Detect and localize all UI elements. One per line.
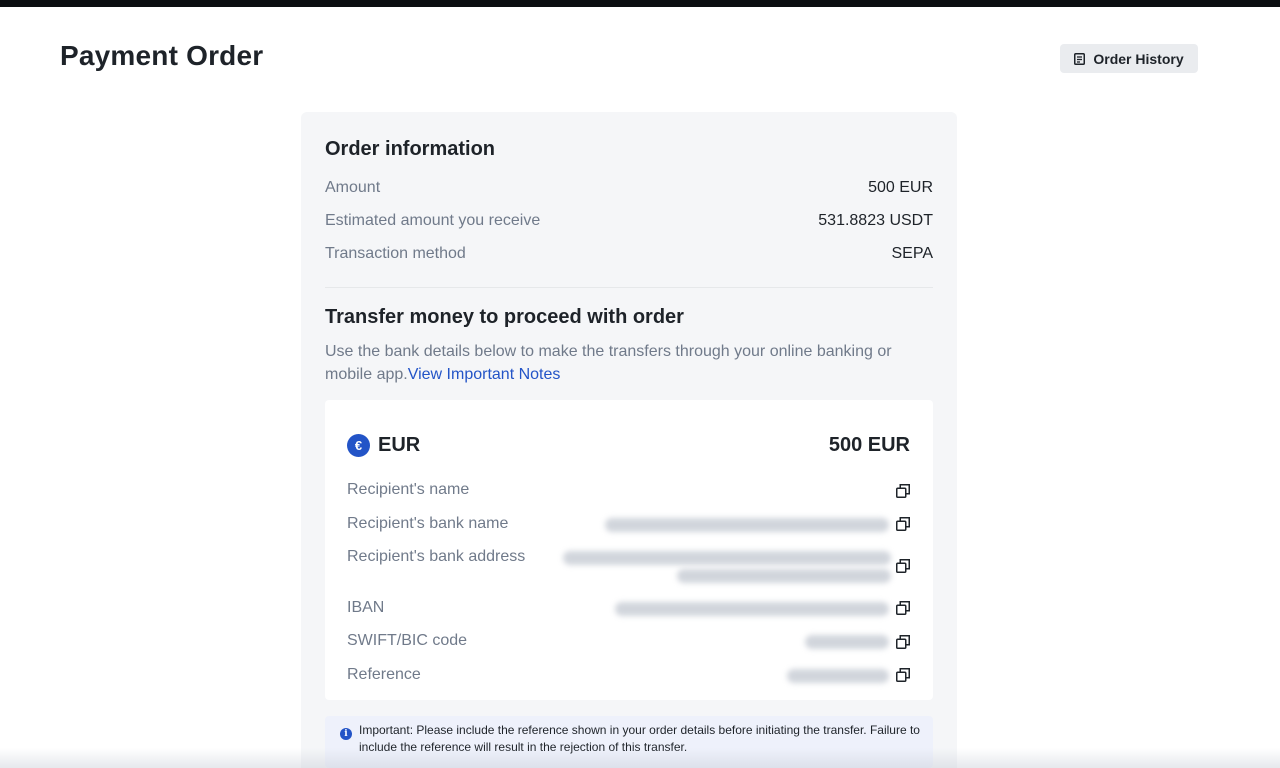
info-row-method: Transaction method SEPA — [325, 245, 933, 263]
bank-row-bank-name: Recipient's bank name — [347, 515, 910, 535]
order-info-title: Order information — [325, 138, 496, 160]
view-notes-link[interactable]: View Important Notes — [408, 366, 561, 383]
info-value: SEPA — [891, 245, 934, 262]
info-value: 531.8823 USDT — [818, 212, 933, 229]
currency-amount: 500 EUR — [828, 433, 910, 456]
section-divider — [325, 287, 933, 288]
order-history-button[interactable]: Order History — [1060, 44, 1198, 73]
bank-row-recipient-name: Recipient's name — [347, 481, 910, 501]
bank-row-label: Recipient's bank name — [347, 515, 509, 532]
page-title: Payment Order — [60, 40, 264, 71]
bank-row-label: Reference — [347, 666, 421, 683]
redacted-value — [787, 669, 889, 683]
document-icon — [1074, 52, 1086, 65]
info-icon: i — [340, 728, 352, 740]
copy-icon[interactable] — [896, 635, 910, 649]
copy-icon[interactable] — [896, 559, 910, 573]
info-row-estimated: Estimated amount you receive 531.8823 US… — [325, 212, 933, 230]
euro-icon: € — [347, 433, 370, 457]
currency-code: EUR — [378, 433, 421, 456]
info-label: Estimated amount you receive — [325, 212, 541, 229]
redacted-value — [805, 635, 889, 649]
notice-text: Important: Please include the reference … — [359, 723, 920, 754]
info-value: 500 EUR — [868, 179, 933, 196]
info-label: Transaction method — [325, 245, 466, 262]
bank-row-iban: IBAN — [347, 599, 910, 619]
currency-header: € EUR 500 EUR — [347, 432, 910, 458]
bank-row-label: SWIFT/BIC code — [347, 632, 468, 649]
top-bar — [0, 0, 1280, 7]
transfer-title: Transfer money to proceed with order — [325, 306, 684, 328]
transfer-description: Use the bank details below to make the t… — [325, 340, 925, 386]
order-history-label: Order History — [1093, 50, 1184, 67]
redacted-value — [563, 551, 891, 565]
bank-row-label: Recipient's bank address — [347, 548, 526, 565]
bank-row-reference: Reference — [347, 666, 910, 686]
copy-icon[interactable] — [896, 484, 910, 498]
bank-row-label: IBAN — [347, 599, 385, 616]
info-label: Amount — [325, 179, 381, 196]
info-row-amount: Amount 500 EUR — [325, 179, 933, 197]
bank-row-bank-address: Recipient's bank address — [347, 548, 910, 588]
copy-icon[interactable] — [896, 517, 910, 531]
copy-icon[interactable] — [896, 601, 910, 615]
bank-row-swift: SWIFT/BIC code — [347, 632, 910, 652]
copy-icon[interactable] — [896, 668, 910, 682]
bank-row-label: Recipient's name — [347, 481, 470, 498]
redacted-value — [677, 569, 891, 583]
redacted-value — [605, 518, 889, 532]
redacted-value — [615, 602, 889, 616]
